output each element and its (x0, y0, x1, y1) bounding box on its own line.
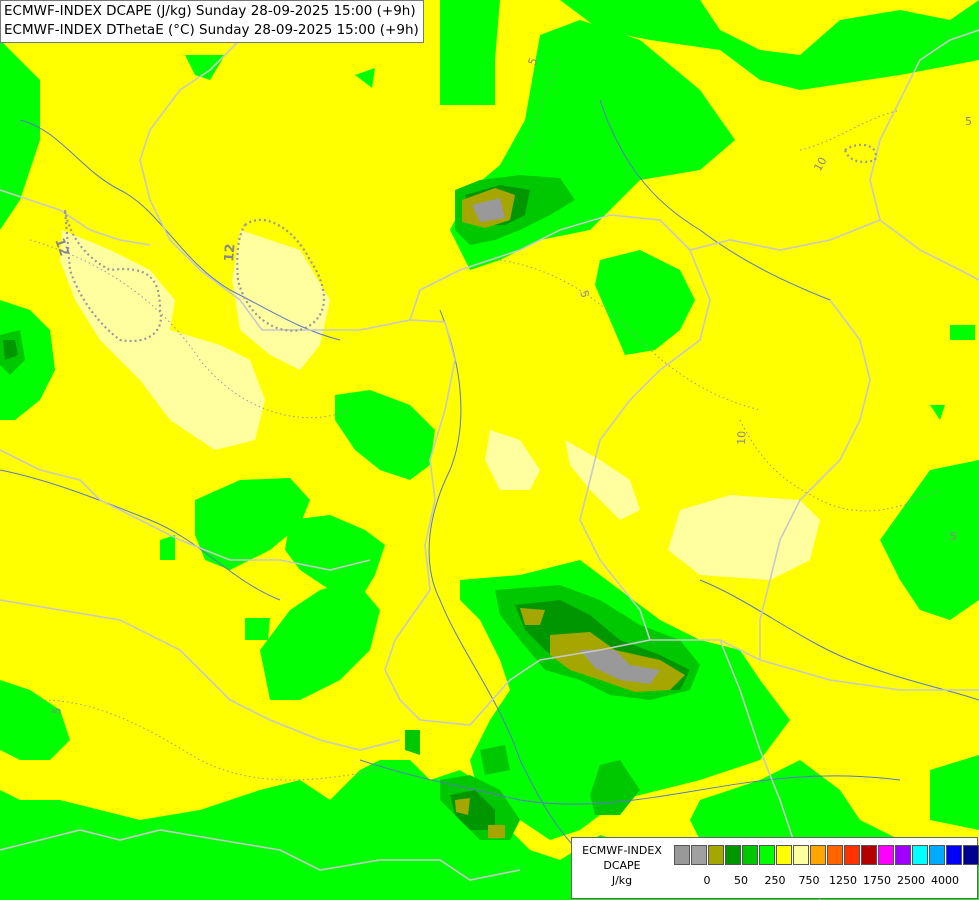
title-line-dcape: ECMWF-INDEX DCAPE (J/kg) Sunday 28-09-20… (4, 3, 416, 19)
contour-label: 5 (950, 530, 957, 543)
map-title-box: ECMWF-INDEX DCAPE (J/kg) Sunday 28-09-20… (0, 0, 424, 43)
legend-tick-label: 1250 (829, 874, 857, 887)
legend-swatch (810, 845, 826, 865)
color-legend: ECMWF-INDEX DCAPE J/kg 0 50 250 750 1250 1750… (571, 837, 979, 899)
legend-swatch (912, 845, 928, 865)
legend-swatch (963, 845, 979, 865)
legend-ticks: 0 50 250 750 1250 1750 2500 4000 (674, 874, 974, 890)
legend-tick-label: 50 (734, 874, 748, 887)
legend-title: ECMWF-INDEX DCAPE J/kg (574, 843, 670, 888)
contour-label: 12 (222, 243, 239, 262)
map-canvas: 5 12 12 5 10 10 5 5 5 (0, 0, 979, 900)
legend-swatch (946, 845, 962, 865)
legend-swatch (708, 845, 724, 865)
legend-swatch (844, 845, 860, 865)
contour-label: 10 (735, 431, 748, 445)
legend-swatch (827, 845, 843, 865)
legend-swatch (674, 845, 690, 865)
legend-swatch (861, 845, 877, 865)
legend-title-variable: DCAPE (603, 859, 641, 872)
legend-tick-label: 2500 (897, 874, 925, 887)
legend-tick-label: 750 (798, 874, 820, 887)
legend-swatch (793, 845, 809, 865)
legend-tick-label: 250 (764, 874, 786, 887)
legend-swatch (691, 845, 707, 865)
legend-swatch (878, 845, 894, 865)
legend-tick-label: 4000 (931, 874, 959, 887)
legend-swatch (725, 845, 741, 865)
legend-swatch (759, 845, 775, 865)
legend-swatch (776, 845, 792, 865)
legend-swatch (895, 845, 911, 865)
legend-swatch (929, 845, 945, 865)
legend-title-model: ECMWF-INDEX (582, 844, 662, 857)
legend-swatch (742, 845, 758, 865)
legend-swatches (674, 845, 979, 865)
legend-tick-label: 0 (703, 874, 711, 887)
contour-label: 5 (965, 115, 972, 128)
title-line-dthetae: ECMWF-INDEX DThetaE (°C) Sunday 28-09-20… (4, 22, 419, 38)
legend-tick-label: 1750 (863, 874, 891, 887)
legend-title-unit: J/kg (611, 874, 633, 887)
